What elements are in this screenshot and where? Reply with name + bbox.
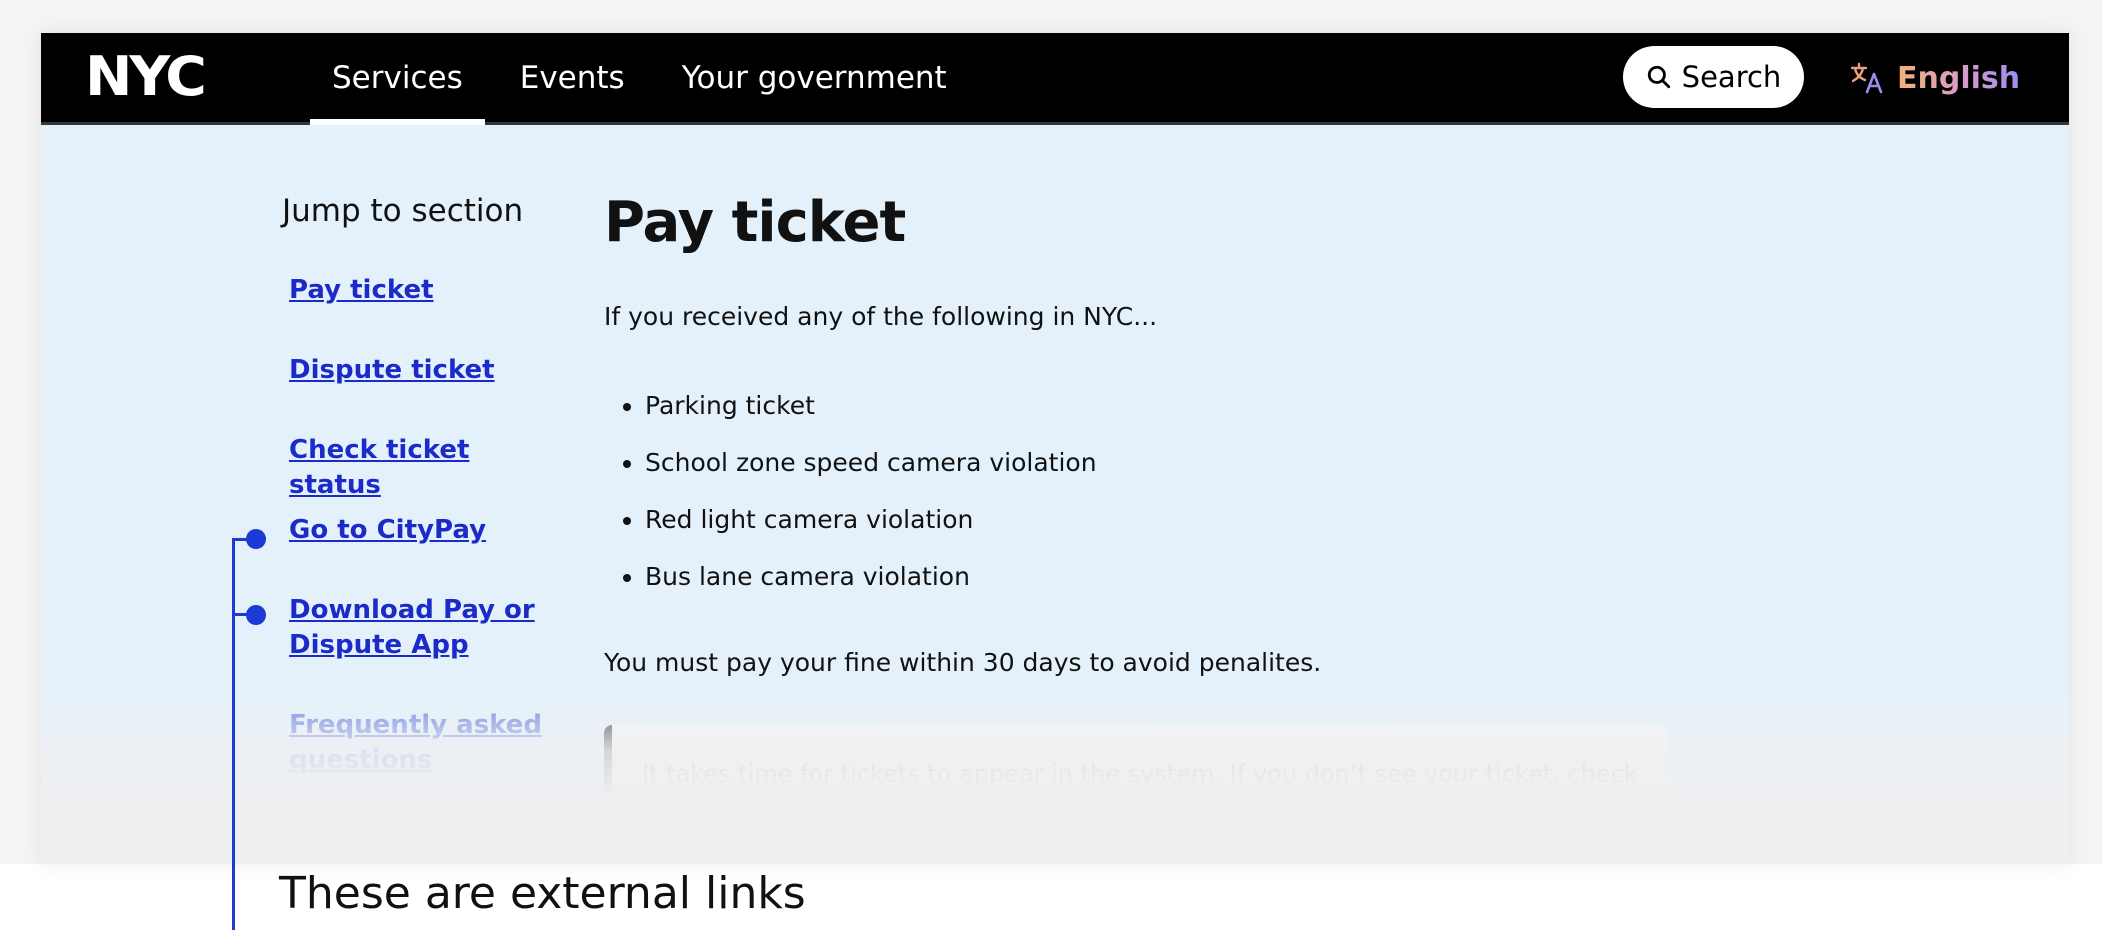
list-item: Bus lane camera violation <box>645 559 1097 616</box>
translate-icon <box>1850 62 1883 94</box>
main-nav: Services Events Your government <box>310 33 982 125</box>
search-icon <box>1647 65 1670 89</box>
sidebar-item-faq[interactable]: Frequently asked questions <box>289 708 559 778</box>
annotation-bracket <box>232 538 235 930</box>
page-title: Pay ticket <box>604 190 906 255</box>
annotation-caption: These are external links <box>279 868 806 919</box>
sidebar-item-go-to-citypay[interactable]: Go to CityPay <box>289 513 559 548</box>
site-header: NYC Services Events Your government Sear… <box>41 33 2069 125</box>
language-label: English <box>1897 60 2021 96</box>
language-selector[interactable]: English <box>1849 55 2020 101</box>
info-note-text: It takes time for tickets to appear in t… <box>642 760 1640 822</box>
sidebar-item-pay-ticket[interactable]: Pay ticket <box>289 273 559 308</box>
search-button[interactable]: Search <box>1623 46 1804 108</box>
list-item: Red light camera violation <box>645 502 1097 559</box>
list-item: Parking ticket <box>645 388 1097 445</box>
nyc-logo[interactable]: NYC <box>85 50 207 104</box>
deadline-text: You must pay your fine within 30 days to… <box>604 648 1322 677</box>
nav-events[interactable]: Events <box>498 33 647 122</box>
list-item: School zone speed camera violation <box>645 445 1097 502</box>
info-note: It takes time for tickets to appear in t… <box>604 725 1667 830</box>
sidebar-item-check-ticket-status[interactable]: Check ticket status <box>289 433 559 503</box>
sidebar-item-dispute-ticket[interactable]: Dispute ticket <box>289 353 559 388</box>
nav-services[interactable]: Services <box>310 33 485 125</box>
annotation-dot <box>246 529 266 549</box>
sidebar-item-download-app[interactable]: Download Pay or Dispute App <box>289 593 559 663</box>
violation-list: Parking ticket School zone speed camera … <box>604 388 1097 616</box>
annotation-dot <box>246 605 266 625</box>
search-label: Search <box>1681 60 1782 94</box>
jump-to-section-heading: Jump to section <box>282 193 524 229</box>
intro-text: If you received any of the following in … <box>604 302 1158 331</box>
nav-your-government[interactable]: Your government <box>660 33 969 122</box>
